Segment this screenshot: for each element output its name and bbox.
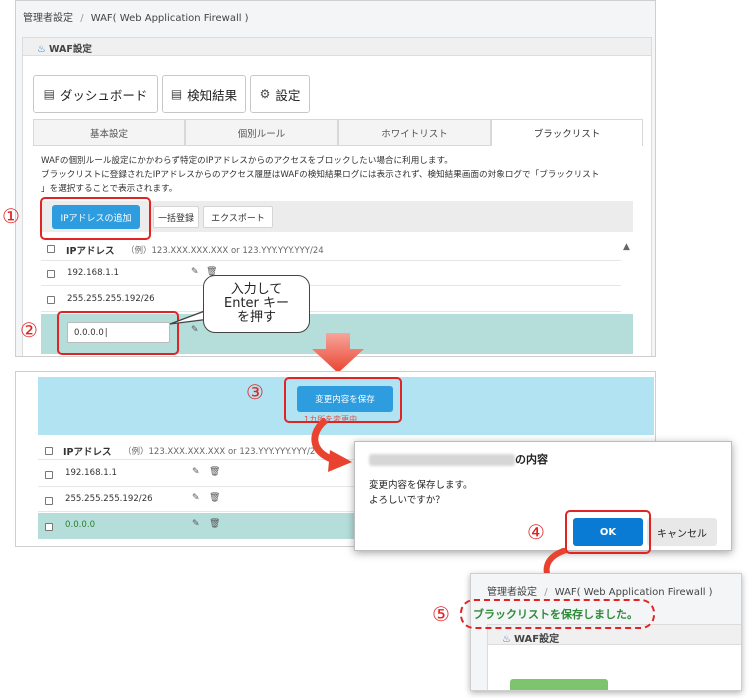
- breadcrumb-waf: WAF( Web Application Firewall ): [90, 13, 249, 24]
- trash-icon[interactable]: 🗑: [209, 493, 220, 503]
- card-title: ♨ WAF設定: [37, 44, 92, 55]
- row-checkbox[interactable]: [47, 270, 55, 278]
- export-button[interactable]: エクスポート: [203, 206, 273, 228]
- step5-marker: ⑤: [432, 602, 450, 626]
- tab-detection-results[interactable]: ▤ 検知結果: [162, 75, 246, 113]
- step2-highlight: [57, 311, 179, 355]
- row-divider: [41, 285, 621, 286]
- breadcrumb-separator: /: [80, 13, 84, 24]
- waf-settings-panel: 管理者設定 / WAF( Web Application Firewall ) …: [15, 0, 656, 357]
- arrow-down-icon: [312, 333, 364, 373]
- breadcrumb-admin[interactable]: 管理者設定: [23, 13, 73, 24]
- ip-column-header: IPアドレス: [63, 447, 112, 458]
- waf-card: ♨ WAF設定: [487, 624, 741, 690]
- row-checkbox[interactable]: [45, 471, 53, 479]
- bulk-register-button[interactable]: 一括登録: [153, 206, 199, 228]
- dashboard-icon: ▤: [43, 87, 55, 101]
- subtab-basic[interactable]: 基本設定: [33, 119, 185, 145]
- row-checkbox[interactable]: [45, 523, 53, 531]
- card-header: ♨ WAF設定: [23, 38, 651, 56]
- tab-dashboard[interactable]: ▤ ダッシュボード: [33, 75, 158, 113]
- dialog-title: の内容: [515, 453, 548, 466]
- success-message: ブラックリストを保存しました。: [473, 608, 638, 621]
- step3-highlight: [284, 377, 402, 423]
- step3-marker: ③: [246, 380, 264, 404]
- ip-value: 192.168.1.1: [65, 468, 117, 478]
- scroll-up-icon[interactable]: ▲: [623, 242, 630, 252]
- row-checkbox[interactable]: [47, 296, 55, 304]
- select-all-checkbox[interactable]: [45, 447, 53, 455]
- blurred-domain: [369, 454, 515, 466]
- gear-icon: ⚙: [259, 87, 271, 101]
- subtab-blacklist[interactable]: ブラックリスト: [491, 119, 643, 146]
- edit-icon[interactable]: ✎: [191, 267, 199, 277]
- ip-format-example: （例）123.XXX.XXX.XXX or 123.YYY.YYY.YYY/24: [126, 246, 324, 256]
- trash-icon[interactable]: 🗑: [209, 519, 220, 529]
- ip-value: 192.168.1.1: [67, 268, 119, 278]
- step1-highlight: [40, 197, 151, 240]
- subtab-whitelist[interactable]: ホワイトリスト: [338, 119, 491, 145]
- list-icon: ▤: [170, 87, 183, 101]
- breadcrumb: 管理者設定 / WAF( Web Application Firewall ): [487, 587, 713, 598]
- subtab-individual-rules[interactable]: 個別ルール: [185, 119, 338, 145]
- step2-marker: ②: [20, 318, 38, 342]
- blacklist-description: WAFの個別ルール設定にかかわらず特定のIPアドレスからのアクセスをブロックした…: [41, 156, 600, 194]
- row-checkbox[interactable]: [45, 497, 53, 505]
- row-divider: [41, 260, 621, 261]
- flame-icon: ♨: [502, 634, 511, 645]
- ip-value-new: 0.0.0.0: [65, 520, 96, 530]
- callout-bubble: 入力して Enter キー を押す: [203, 275, 310, 333]
- flame-icon: ♨: [37, 44, 46, 55]
- edit-icon[interactable]: ✎: [192, 467, 200, 477]
- cancel-button[interactable]: キャンセル: [647, 518, 717, 546]
- ip-value: 255.255.255.192/26: [67, 294, 155, 304]
- edit-icon[interactable]: ✎: [192, 519, 200, 529]
- step1-marker: ①: [2, 204, 20, 228]
- curved-arrow-icon: [311, 418, 352, 472]
- breadcrumb: 管理者設定 / WAF( Web Application Firewall ): [23, 9, 249, 24]
- green-button[interactable]: [510, 679, 608, 690]
- ip-column-header: IPアドレス: [66, 246, 115, 257]
- edit-icon[interactable]: ✎: [192, 493, 200, 503]
- ip-value: 255.255.255.192/26: [65, 494, 153, 504]
- ip-format-example: （例）123.XXX.XXX.XXX or 123.YYY.YYY.YYY/24: [123, 447, 321, 457]
- trash-icon[interactable]: 🗑: [209, 467, 220, 477]
- tab-divider: [33, 145, 491, 146]
- tab-settings[interactable]: ⚙ 設定: [250, 75, 310, 113]
- select-all-checkbox[interactable]: [47, 245, 55, 253]
- dialog-message: 変更内容を保存します。 よろしいですか？: [369, 480, 473, 506]
- result-panel: 管理者設定 / WAF( Web Application Firewall ) …: [470, 573, 742, 691]
- step4-marker: ④: [527, 520, 545, 544]
- card-title: ♨ WAF設定: [502, 634, 560, 645]
